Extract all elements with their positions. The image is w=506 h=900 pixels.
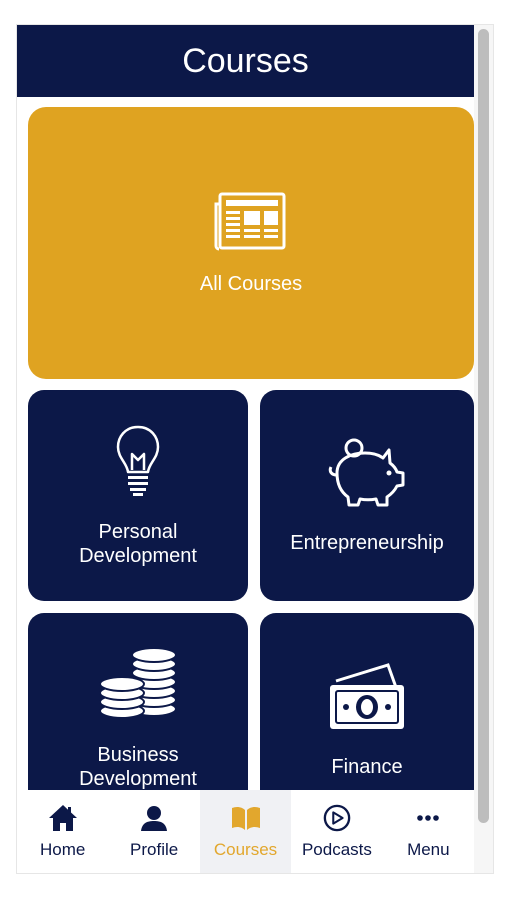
nav-label: Courses — [213, 839, 278, 859]
app-header: Courses — [17, 25, 474, 97]
nav-home[interactable]: Home — [17, 790, 108, 873]
tile-label: Personal Development — [79, 520, 197, 567]
play-circle-icon — [323, 804, 351, 831]
bottom-nav: Home Profile Courses Podcasts Menu — [17, 790, 474, 873]
newspaper-icon — [214, 192, 286, 251]
piggy-bank-icon — [328, 438, 405, 506]
app-frame: Courses All Courses Personal Development… — [16, 24, 494, 874]
nav-profile[interactable]: Profile — [108, 790, 199, 873]
all-courses-tile[interactable]: All Courses — [28, 107, 474, 379]
personal-development-tile[interactable]: Personal Development — [28, 390, 248, 601]
nav-label: Podcasts — [301, 839, 372, 859]
tile-label: Finance — [331, 755, 403, 778]
nav-podcasts[interactable]: Podcasts — [291, 790, 382, 873]
nav-menu[interactable]: Menu — [383, 790, 474, 873]
tile-label: Business Development — [79, 743, 197, 790]
open-book-icon — [231, 806, 260, 830]
nav-label: Menu — [407, 839, 450, 859]
coins-icon — [99, 646, 177, 719]
banknotes-icon — [330, 662, 404, 729]
more-dots-icon — [417, 814, 440, 821]
home-icon — [48, 804, 77, 831]
lightbulb-icon — [116, 425, 160, 496]
scrollbar-thumb[interactable] — [478, 29, 489, 823]
user-icon — [141, 805, 168, 831]
nav-courses[interactable]: Courses — [199, 790, 292, 873]
nav-label: Profile — [130, 839, 179, 859]
scrollbar[interactable] — [474, 25, 493, 873]
nav-label: Home — [40, 839, 86, 859]
entrepreneurship-tile[interactable]: Entrepreneurship — [260, 390, 474, 601]
page-title: Courses — [182, 41, 309, 80]
tile-label: Entrepreneurship — [290, 531, 444, 554]
tile-label: All Courses — [199, 273, 303, 295]
